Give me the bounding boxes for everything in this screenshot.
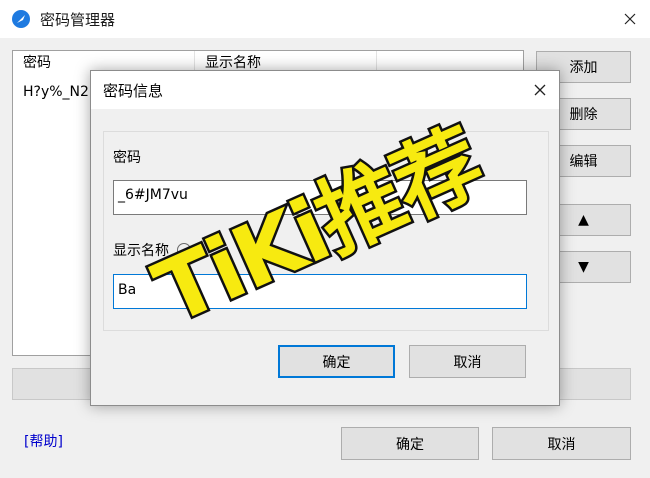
- main-ok-button[interactable]: 确定: [341, 427, 479, 460]
- dialog-close-icon[interactable]: [527, 77, 553, 103]
- dialog-cancel-button[interactable]: 取消: [409, 345, 526, 378]
- close-icon[interactable]: [616, 5, 644, 33]
- display-name-field[interactable]: Ba: [113, 274, 527, 309]
- password-label: 密码: [113, 150, 141, 166]
- help-link[interactable]: [帮助]: [24, 431, 63, 451]
- password-info-dialog: 密码信息 密码 _6#JM7vu 显示名称 Ba 确定 取消: [90, 70, 560, 406]
- dialog-title: 密码信息: [103, 82, 164, 100]
- dialog-ok-button[interactable]: 确定: [278, 345, 395, 378]
- window-title: 密码管理器: [40, 11, 116, 29]
- display-name-label: 显示名称: [113, 243, 169, 259]
- app-feather-icon: [12, 10, 30, 28]
- main-cancel-button[interactable]: 取消: [492, 427, 631, 460]
- help-circle-icon[interactable]: [177, 243, 191, 257]
- password-field[interactable]: _6#JM7vu: [113, 180, 527, 215]
